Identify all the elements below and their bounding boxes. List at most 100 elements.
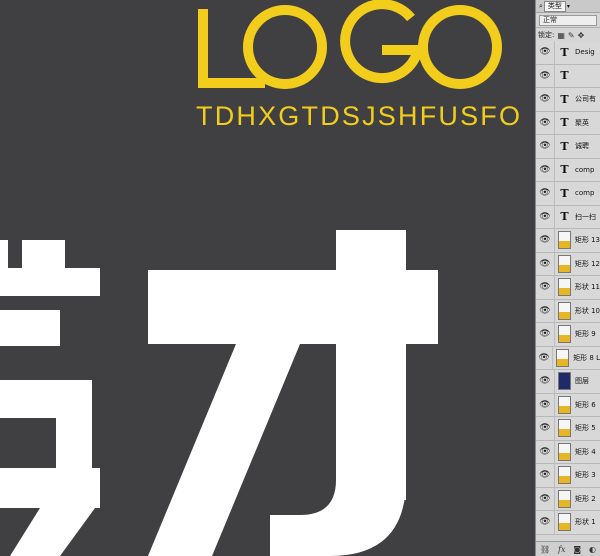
visibility-eye-icon[interactable]: 👁 — [536, 111, 555, 134]
layer-thumbnail-icon — [558, 419, 571, 438]
layer-row[interactable]: 👁 形状 11 — [536, 276, 600, 300]
lock-label: 锁定: — [538, 31, 555, 39]
visibility-eye-icon[interactable]: 👁 — [536, 135, 555, 158]
text-layer-icon: T — [560, 69, 569, 83]
layer-name: 矩形 2 — [575, 494, 596, 503]
layer-name: 形状 10 — [574, 306, 600, 315]
visibility-eye-icon[interactable]: 👁 — [536, 393, 555, 416]
layer-row[interactable]: 👁 矩形 3 — [536, 464, 600, 488]
blend-mode-row: 正常 — [536, 13, 600, 28]
chevron-down-icon: ▾ — [566, 2, 570, 10]
text-layer-icon: T — [560, 139, 569, 153]
text-layer-icon: T — [560, 92, 569, 106]
visibility-eye-icon[interactable]: 👁 — [536, 158, 555, 181]
layer-row[interactable]: 👁 矩形 12 — [536, 252, 600, 276]
layer-thumbnail-icon — [558, 513, 571, 532]
logo-letter-o1 — [243, 5, 327, 89]
layer-name: Desig — [575, 48, 595, 57]
text-layer-icon: T — [560, 186, 569, 200]
visibility-eye-icon[interactable]: 👁 — [536, 487, 555, 510]
layer-row[interactable]: 👁 T 扫一扫 — [536, 205, 600, 229]
visibility-eye-icon[interactable]: 👁 — [536, 323, 555, 346]
layer-thumbnail-icon — [558, 466, 571, 485]
layer-row[interactable]: 👁 矩形 4 — [536, 440, 600, 464]
layer-row[interactable]: 👁 矩形 9 — [536, 323, 600, 347]
layer-row[interactable]: 👁 矩形 2 — [536, 487, 600, 511]
text-layer-icon: T — [560, 45, 569, 59]
layer-name: 形状 11 — [574, 283, 600, 292]
layers-panel: ⌕ 类型 ▾ 正常 锁定: ▦ ✎ ✥ 👁 T Desig 👁 T 👁 T 公司有 👁 T 聚英 👁 T… — [535, 0, 600, 556]
layer-name: 矩形 3 — [575, 471, 596, 480]
visibility-eye-icon[interactable]: 👁 — [536, 88, 555, 111]
visibility-eye-icon[interactable]: 👁 — [536, 440, 555, 463]
visibility-eye-icon[interactable]: 👁 — [536, 299, 555, 322]
layer-row[interactable]: 👁 T Desig — [536, 41, 600, 65]
layer-row[interactable]: 👁 T 聚英 — [536, 111, 600, 135]
layer-thumbnail-icon — [558, 442, 571, 461]
layer-row[interactable]: 👁 图层 — [536, 370, 600, 394]
layers-panel-footer: ⛓ fx ◙ ◐ — [536, 541, 600, 556]
text-layer-icon: T — [560, 116, 569, 130]
layer-name: 聚英 — [575, 118, 589, 127]
lock-paint-icon[interactable]: ✎ — [568, 31, 575, 40]
layer-thumbnail-icon — [558, 372, 571, 391]
visibility-eye-icon[interactable]: 👁 — [536, 370, 555, 393]
visibility-eye-icon[interactable]: 👁 — [536, 417, 555, 440]
layer-row[interactable]: 👁 形状 10 — [536, 299, 600, 323]
layer-thumbnail-icon — [557, 278, 571, 297]
layer-row[interactable]: 👁 Tcomp — [536, 158, 600, 182]
visibility-eye-icon[interactable]: 👁 — [536, 346, 554, 369]
layer-name: 矩形 9 — [575, 330, 596, 339]
logo-tagline: TDHXGTDSJSHFUSFO — [196, 101, 523, 131]
layer-row[interactable]: 👁 矩形 8 L — [536, 346, 600, 370]
text-layer-icon: T — [560, 163, 569, 177]
large-characters — [0, 230, 438, 556]
visibility-eye-icon[interactable]: 👁 — [536, 41, 555, 64]
visibility-eye-icon[interactable]: 👁 — [536, 276, 555, 299]
logo-letter-g — [340, 0, 425, 84]
layer-filter-select[interactable]: 类型 — [543, 0, 566, 12]
logo-artwork — [0, 0, 502, 556]
text-layer-icon: T — [560, 210, 569, 224]
visibility-eye-icon[interactable]: 👁 — [536, 205, 555, 228]
visibility-eye-icon[interactable]: 👁 — [536, 511, 555, 534]
visibility-eye-icon[interactable]: 👁 — [536, 182, 555, 205]
visibility-eye-icon[interactable]: 👁 — [536, 229, 555, 252]
layer-name: 形状 1 — [575, 518, 596, 527]
layer-row[interactable]: 👁 矩形 5 — [536, 417, 600, 441]
layer-row[interactable]: 👁 矩形 13 — [536, 229, 600, 253]
layer-thumbnail-icon — [557, 254, 571, 273]
layer-row[interactable]: 👁 矩形 6 — [536, 393, 600, 417]
layer-thumbnail-icon — [558, 489, 571, 508]
layer-name: 矩形 4 — [575, 447, 596, 456]
lock-move-icon[interactable]: ✥ — [578, 31, 585, 40]
layer-name: comp — [575, 165, 595, 174]
layer-row[interactable]: 👁 T — [536, 64, 600, 88]
visibility-eye-icon[interactable]: 👁 — [536, 464, 555, 487]
search-icon: ⌕ — [539, 1, 543, 10]
layer-name: 矩形 8 L — [573, 353, 600, 362]
lock-transparency-icon[interactable]: ▦ — [557, 31, 565, 40]
layer-name: 矩形 12 — [574, 259, 600, 268]
fx-icon[interactable]: fx — [558, 545, 565, 554]
visibility-eye-icon[interactable]: 👁 — [536, 252, 555, 275]
layer-row[interactable]: 👁 形状 1 — [536, 511, 600, 535]
layer-thumbnail-icon — [558, 395, 571, 414]
logo-letter-o2 — [418, 5, 502, 89]
layer-thumbnail-icon — [557, 231, 571, 250]
visibility-eye-icon[interactable]: 👁 — [536, 64, 555, 87]
adjust-icon[interactable]: ◐ — [589, 545, 596, 554]
document-canvas[interactable]: TDHXGTDSJSHFUSFO — [0, 0, 535, 556]
layer-row[interactable]: 👁 T 诚聘 — [536, 135, 600, 159]
link-icon[interactable]: ⛓ — [540, 545, 550, 554]
layer-thumbnail-icon — [556, 348, 570, 367]
layer-name: 矩形 13 — [574, 236, 600, 245]
layer-row[interactable]: 👁 Tcomp — [536, 182, 600, 206]
layer-name: 图层 — [575, 377, 589, 386]
blend-mode-select[interactable]: 正常 — [539, 14, 597, 26]
layer-name: 公司有 — [575, 95, 596, 104]
layer-filter-bar[interactable]: ⌕ 类型 ▾ — [536, 0, 600, 13]
layer-row[interactable]: 👁 T 公司有 — [536, 88, 600, 112]
mask-icon[interactable]: ◙ — [573, 545, 581, 554]
layer-name: comp — [575, 189, 595, 198]
